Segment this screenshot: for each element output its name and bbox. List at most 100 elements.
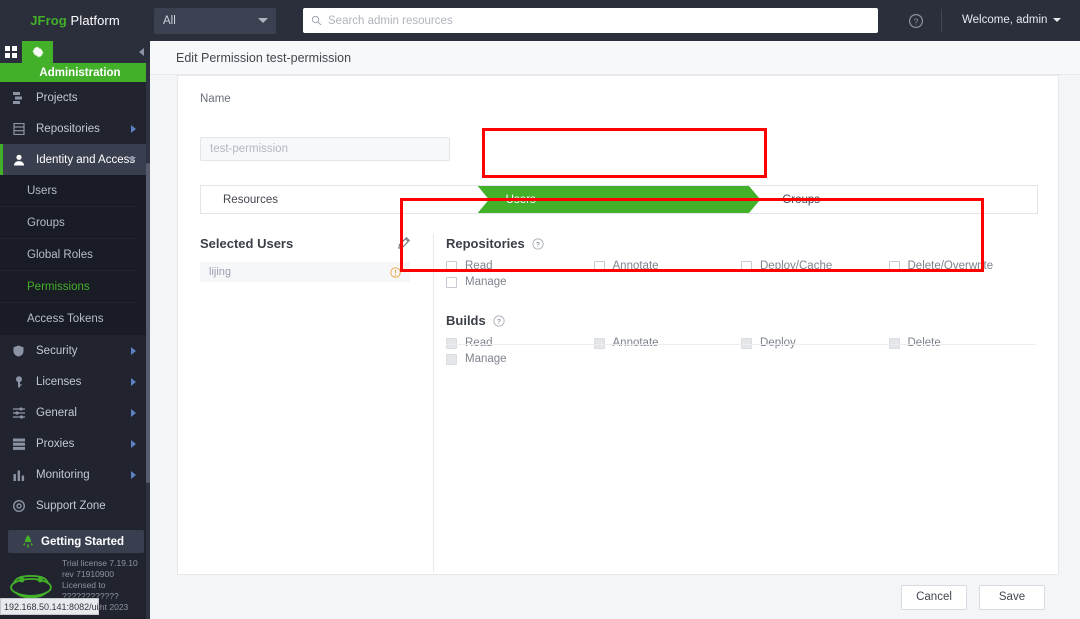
- help-circle-icon[interactable]: ?: [493, 314, 505, 327]
- checkbox-box: [593, 337, 605, 349]
- checkbox-label: Read: [465, 337, 493, 349]
- sidebar-top-strip: [0, 41, 150, 63]
- sidebar-collapse-icon[interactable]: [139, 48, 144, 56]
- chevron-right-icon: [131, 377, 136, 386]
- checkbox-box: [888, 337, 900, 349]
- projects-icon: [12, 91, 25, 104]
- sidebar-item-access-tokens[interactable]: Access Tokens: [0, 303, 138, 335]
- checkbox-repositories-delete-overwrite[interactable]: Delete/Overwrite: [888, 260, 1037, 272]
- scope-dropdown[interactable]: All: [154, 7, 276, 34]
- cancel-button[interactable]: Cancel: [901, 584, 967, 610]
- builds-group-title: Builds: [446, 313, 486, 328]
- sidebar-item-monitoring[interactable]: Monitoring: [0, 459, 150, 490]
- checkbox-repositories-annotate[interactable]: Annotate: [593, 260, 742, 272]
- permission-tabs: Resources Users Groups: [200, 185, 1038, 214]
- chevron-down-icon: [258, 18, 268, 23]
- sidebar-item-security[interactable]: Security: [0, 335, 150, 366]
- repositories-checkbox-row-2: Manage: [446, 276, 1036, 288]
- sidebar-item-label: Monitoring: [36, 468, 90, 481]
- checkbox-box[interactable]: [593, 260, 605, 272]
- main-content: Edit Permission test-permission Name Res…: [150, 41, 1080, 619]
- form-footer: Cancel Save: [177, 575, 1059, 619]
- checkbox-repositories-read[interactable]: Read: [446, 260, 594, 272]
- sidebar-item-global-roles[interactable]: Global Roles: [0, 239, 138, 271]
- user-menu[interactable]: Welcome, admin: [962, 14, 1062, 26]
- sidebar-item-label: Licenses: [36, 375, 82, 388]
- sidebar-item-label: Proxies: [36, 437, 75, 450]
- pencil-icon[interactable]: [397, 237, 410, 250]
- tab-groups[interactable]: Groups: [760, 186, 1037, 213]
- brand-jfrog-text: JFrog: [30, 13, 67, 28]
- repositories-group-header: Repositories ?: [446, 236, 1036, 251]
- search-input[interactable]: [328, 14, 870, 27]
- tab-resources[interactable]: Resources: [201, 186, 478, 213]
- builds-group-header: Builds ?: [446, 313, 1036, 328]
- tab-users[interactable]: Users: [477, 186, 761, 213]
- tab-label: Resources: [223, 193, 278, 206]
- checkbox-box[interactable]: [888, 260, 900, 272]
- sidebar-item-proxies[interactable]: Proxies: [0, 428, 150, 459]
- checkbox-repositories-manage[interactable]: Manage: [446, 276, 598, 288]
- sidebar-item-label: Projects: [36, 91, 78, 104]
- checkbox-box[interactable]: [446, 260, 457, 272]
- administration-gear-tab[interactable]: [22, 41, 53, 63]
- checkbox-builds-delete: Delete: [888, 337, 1037, 349]
- help-circle-icon[interactable]: ?: [908, 13, 924, 29]
- shield-icon: [12, 345, 25, 357]
- sidebar: Administration Projects Repositories Ide…: [0, 41, 150, 619]
- brand-platform-text: Platform: [66, 13, 120, 28]
- scope-dropdown-label: All: [163, 14, 176, 27]
- checkbox-label: Manage: [465, 353, 507, 365]
- checkbox-box[interactable]: [446, 276, 457, 288]
- selected-user-name: lijing: [209, 266, 232, 278]
- getting-started-button[interactable]: Getting Started: [8, 530, 144, 553]
- sidebar-item-identity-and-access[interactable]: Identity and Access: [0, 144, 150, 175]
- chevron-down-icon: [128, 157, 136, 162]
- column-divider: [433, 234, 434, 572]
- jfrog-logo[interactable]: JFrog Platform: [0, 13, 150, 28]
- builds-checkbox-row-2: Manage: [446, 353, 1036, 365]
- repository-icon: [12, 122, 25, 135]
- jfrog-admin-app: JFrog Platform All ? Welcome, admin: [0, 0, 1080, 619]
- sidebar-item-permissions[interactable]: Permissions: [0, 271, 138, 303]
- name-input[interactable]: [200, 137, 450, 161]
- top-bar: JFrog Platform All ? Welcome, admin: [0, 0, 1080, 41]
- checkbox-builds-manage: Manage: [446, 353, 598, 365]
- checkbox-builds-read: Read: [446, 337, 594, 349]
- selected-user-row[interactable]: lijing: [200, 262, 410, 282]
- search-box[interactable]: [303, 8, 878, 33]
- sidebar-item-support-zone[interactable]: Support Zone: [0, 490, 150, 521]
- save-button[interactable]: Save: [979, 584, 1045, 610]
- sidebar-item-repositories[interactable]: Repositories: [0, 113, 150, 144]
- checkbox-builds-deploy: Deploy: [741, 337, 889, 349]
- sidebar-item-projects[interactable]: Projects: [0, 82, 150, 113]
- checkbox-builds-annotate: Annotate: [593, 337, 742, 349]
- sidebar-item-licenses[interactable]: Licenses: [0, 366, 150, 397]
- help-circle-icon[interactable]: ?: [532, 237, 544, 250]
- sidebar-item-label: Support Zone: [36, 499, 106, 512]
- sidebar-item-label: Identity and Access: [36, 153, 136, 166]
- topbar-divider: [941, 9, 942, 32]
- selected-users-header: Selected Users: [200, 236, 410, 251]
- bar-chart-icon: [12, 469, 25, 481]
- sidebar-item-groups[interactable]: Groups: [0, 207, 138, 239]
- sidebar-subitem-label: Global Roles: [27, 248, 93, 261]
- user-menu-label: Welcome, admin: [962, 14, 1048, 26]
- sidebar-subitem-label: Groups: [27, 216, 65, 229]
- chevron-down-icon: [1053, 18, 1062, 22]
- selected-users-title: Selected Users: [200, 236, 294, 251]
- sidebar-item-general[interactable]: General: [0, 397, 150, 428]
- checkbox-box[interactable]: [741, 260, 752, 272]
- grid-apps-icon[interactable]: [0, 45, 22, 59]
- chevron-right-icon: [131, 439, 136, 448]
- tab-label: Users: [505, 193, 536, 206]
- checkbox-repositories-deploy-cache[interactable]: Deploy/Cache: [741, 260, 889, 272]
- sidebar-item-users[interactable]: Users: [0, 175, 138, 207]
- checkbox-label: Annotate: [612, 337, 659, 349]
- checkbox-label: Read: [465, 260, 493, 272]
- permission-group-divider: [446, 344, 1036, 345]
- warning-circle-icon[interactable]: [390, 266, 401, 278]
- getting-started-label: Getting Started: [41, 535, 125, 548]
- repositories-checkbox-row-1: Read Annotate Deploy/Cache Delete/Overwr…: [446, 260, 1036, 272]
- repositories-group-title: Repositories: [446, 236, 525, 251]
